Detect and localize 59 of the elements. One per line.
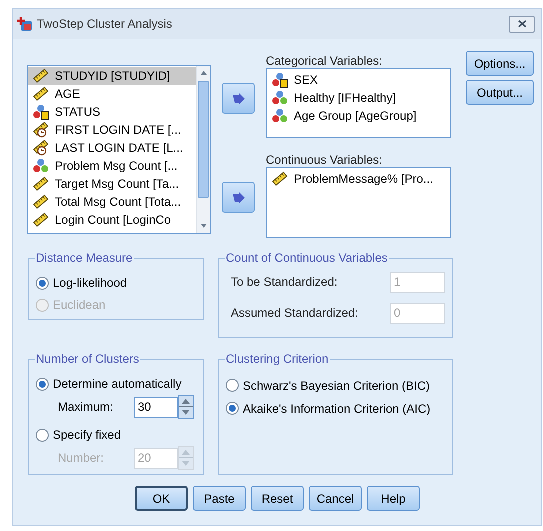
list-label: Continuous Variables: bbox=[266, 152, 384, 166]
option-label: Log-likelihood bbox=[53, 275, 128, 292]
arrow-icon bbox=[232, 192, 246, 204]
variable-item[interactable]: STUDYID [STUDYID] bbox=[28, 67, 196, 85]
variable-item[interactable]: FIRST LOGIN DATE [... bbox=[28, 121, 196, 139]
variable-item[interactable]: AGE bbox=[28, 85, 196, 103]
dialog-button[interactable]: Help bbox=[367, 486, 420, 511]
variable-item[interactable]: Total Msg Count [Tota... bbox=[28, 193, 196, 211]
radio-button[interactable] bbox=[226, 402, 239, 415]
number-field[interactable]: 30 bbox=[134, 396, 178, 418]
ruler-clock-icon bbox=[33, 140, 49, 156]
group-title: Clustering Criterion bbox=[225, 351, 330, 368]
balls-tag-icon bbox=[272, 72, 288, 88]
window-title: TwoStep Cluster Analysis bbox=[37, 16, 172, 33]
list-label: Categorical Variables: bbox=[266, 53, 384, 67]
spinner-icon[interactable] bbox=[178, 395, 194, 419]
option-label: Euclidean bbox=[53, 297, 106, 314]
variable-item[interactable]: Healthy [IFHealthy] bbox=[267, 89, 450, 107]
variable-item[interactable]: SEX bbox=[267, 71, 450, 89]
close-button[interactable] bbox=[509, 16, 535, 32]
three-balls-icon bbox=[272, 108, 288, 124]
field-label: Number: bbox=[58, 450, 106, 467]
balls-tag-icon bbox=[33, 104, 49, 120]
radio-button[interactable] bbox=[36, 428, 49, 442]
scrollbar[interactable] bbox=[196, 66, 210, 233]
close-icon bbox=[518, 20, 526, 28]
variable-item[interactable]: LAST LOGIN DATE [L... bbox=[28, 139, 196, 157]
dialog-button[interactable]: Reset bbox=[251, 486, 304, 511]
field-label: Assumed Standardized: bbox=[231, 305, 358, 322]
dialog-button[interactable]: Output... bbox=[466, 80, 534, 105]
variable-item[interactable]: Age Group [AgeGroup] bbox=[267, 107, 450, 125]
radio-button[interactable] bbox=[226, 379, 239, 392]
field-label: Maximum: bbox=[58, 399, 114, 416]
group-title: Distance Measure bbox=[35, 250, 134, 267]
option-label: Specify fixed bbox=[53, 427, 122, 444]
dialog-button[interactable]: Paste bbox=[193, 486, 246, 511]
variable-item[interactable]: Target Msg Count [Ta... bbox=[28, 175, 196, 193]
dialog-button[interactable]: OK bbox=[135, 486, 188, 511]
variable-item[interactable]: Problem Msg Count [... bbox=[28, 157, 196, 175]
dialog-button[interactable]: Options... bbox=[466, 51, 534, 76]
move-right-button[interactable] bbox=[222, 182, 255, 213]
group-title: Count of Continuous Variables bbox=[225, 250, 389, 267]
radio-button[interactable] bbox=[36, 276, 49, 290]
variable-item[interactable]: Login Count [LoginCo bbox=[28, 211, 196, 229]
option-label: Schwarz's Bayesian Criterion (BIC) bbox=[243, 378, 430, 394]
app-icon bbox=[17, 16, 33, 32]
variable-item[interactable]: ProblemMessage% [Pro... bbox=[267, 170, 450, 188]
dialog-button[interactable]: Cancel bbox=[309, 486, 362, 511]
move-right-button[interactable] bbox=[222, 83, 255, 114]
field-label: To be Standardized: bbox=[231, 274, 338, 291]
option-label: Determine automatically bbox=[53, 376, 182, 393]
group-title: Number of Clusters bbox=[35, 351, 140, 368]
ruler-clock-icon bbox=[33, 122, 49, 138]
option-label: Akaike's Information Criterion (AIC) bbox=[243, 400, 431, 418]
three-balls-icon bbox=[272, 90, 288, 106]
three-balls-icon bbox=[33, 158, 49, 174]
arrow-icon bbox=[232, 92, 246, 104]
radio-button[interactable] bbox=[36, 378, 49, 390]
variable-item[interactable]: STATUS bbox=[28, 103, 196, 121]
